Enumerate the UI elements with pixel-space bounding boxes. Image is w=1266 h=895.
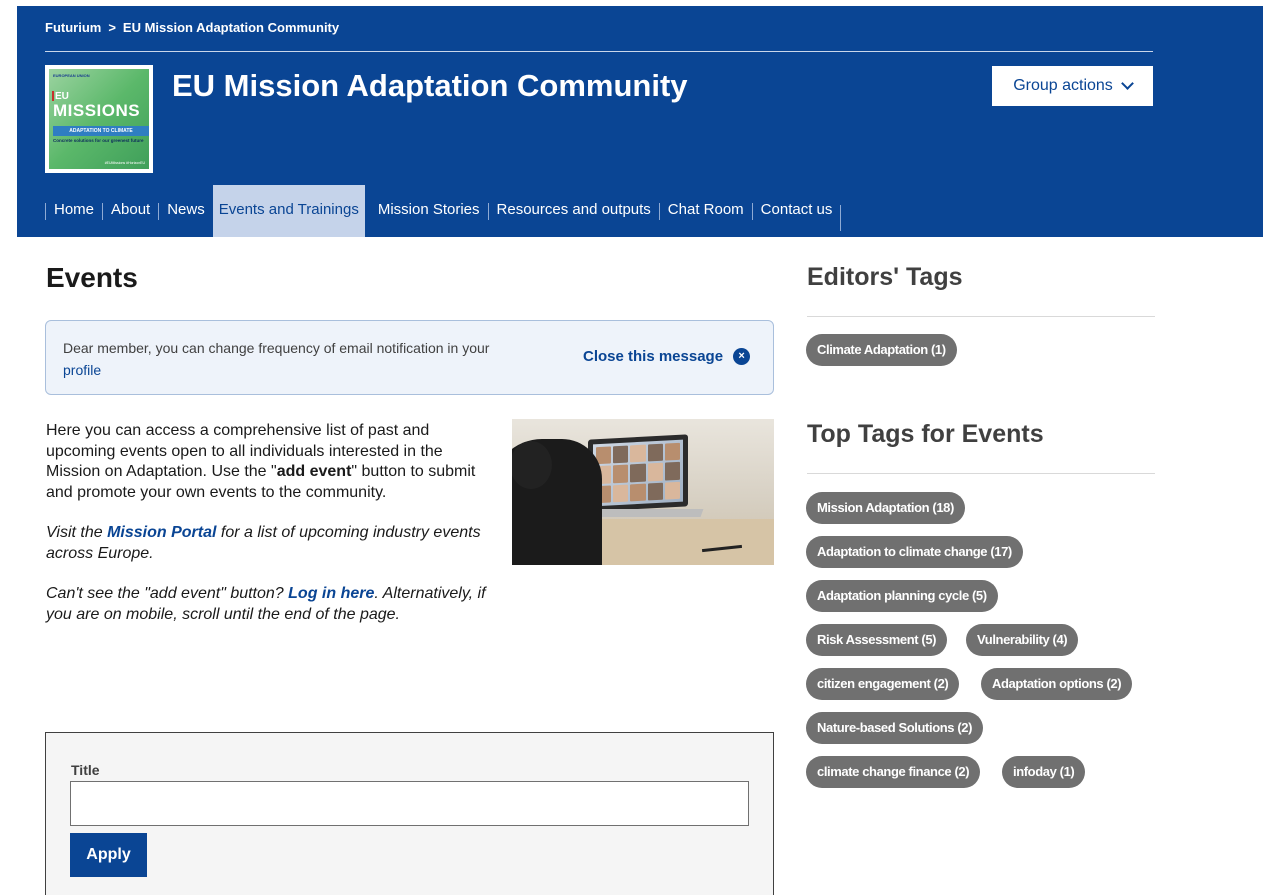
breadcrumb-futurium[interactable]: Futurium [45, 20, 101, 35]
laptop-shape [588, 434, 688, 512]
nav-item-mission-stories[interactable]: Mission Stories [365, 200, 488, 220]
header-divider [45, 51, 1153, 52]
logo-adaptation-text: ADAPTATION TO CLIMATE [53, 126, 149, 136]
group-actions-label: Group actions [1013, 77, 1113, 94]
login-text-part: Can't see the "add event" button? [46, 585, 289, 602]
mission-portal-link[interactable]: Mission Portal [107, 524, 216, 541]
tag-risk-assessment[interactable]: Risk Assessment (5) [806, 624, 948, 656]
site-title: EU Mission Adaptation Community [172, 68, 688, 103]
nav-item-contact-us[interactable]: Contact us [751, 200, 841, 220]
tag-climate-change-finance[interactable]: climate change finance (2) [806, 756, 981, 788]
nav-item-chat-room[interactable]: Chat Room [658, 200, 752, 220]
tag-infoday[interactable]: infoday (1) [1002, 756, 1086, 788]
login-paragraph: Can't see the "add event" button? Log in… [46, 584, 496, 625]
add-event-emphasis: add event [276, 463, 352, 480]
nav-label: Events and Trainings [218, 200, 359, 218]
intro-text: Here you can access a comprehensive list… [46, 421, 496, 625]
editors-tags-heading: Editors' Tags [807, 263, 963, 291]
page-title: Events [46, 262, 138, 293]
nav-item-about[interactable]: About [102, 200, 158, 220]
tag-adaptation-to-climate-change[interactable]: Adaptation to climate change (17) [806, 536, 1023, 568]
video-conference-image [512, 419, 774, 565]
close-icon: × [733, 348, 751, 365]
tag-nature-based-solutions[interactable]: Nature-based Solutions (2) [806, 712, 984, 744]
title-filter-input[interactable] [70, 781, 749, 826]
title-filter-label: Title [71, 762, 100, 778]
person-silhouette [512, 439, 602, 565]
nav-label: Chat Room [667, 200, 744, 218]
breadcrumb-separator: > [108, 20, 116, 35]
nav-label: Home [54, 200, 95, 218]
close-message-button[interactable]: Close this message × [583, 348, 751, 365]
log-in-link[interactable]: Log in here [288, 585, 374, 602]
notification-message: Dear member, you can change frequency of… [45, 320, 774, 395]
sidebar-divider [807, 316, 1155, 317]
group-actions-button[interactable]: Group actions [992, 66, 1153, 106]
tag-adaptation-options[interactable]: Adaptation options (2) [981, 668, 1133, 700]
tag-mission-adaptation[interactable]: Mission Adaptation (18) [806, 492, 965, 524]
nav-item-home[interactable]: Home [45, 200, 102, 220]
sidebar-divider [807, 473, 1155, 474]
portal-paragraph: Visit the Mission Portal for a list of u… [46, 523, 496, 564]
intro-paragraph: Here you can access a comprehensive list… [46, 421, 496, 503]
nav-label: Mission Stories [377, 200, 480, 218]
nav-item-resources-and-outputs[interactable]: Resources and outputs [487, 200, 659, 220]
breadcrumb-current[interactable]: EU Mission Adaptation Community [123, 20, 339, 35]
events-filter: Title Apply [45, 732, 774, 895]
top-tags-heading: Top Tags for Events [807, 420, 1044, 448]
apply-button[interactable]: Apply [70, 833, 147, 877]
logo-strip-text: EUROPEAN UNION [53, 73, 90, 78]
logo-tagline-text: Concrete solutions for our greenest futu… [53, 138, 144, 143]
logo-missions-text: MISSIONS [53, 101, 141, 120]
chevron-down-icon [1120, 77, 1134, 90]
message-body: Dear member, you can change frequency of… [63, 340, 490, 356]
tag-citizen-engagement[interactable]: citizen engagement (2) [806, 668, 960, 700]
site-header: Futurium > EU Mission Adaptation Communi… [17, 6, 1263, 237]
nav-label: About [111, 200, 151, 218]
nav-item-news[interactable]: News [158, 200, 213, 220]
profile-link[interactable]: profile [63, 362, 101, 378]
nav-label: Contact us [760, 200, 833, 218]
message-text: Dear member, you can change frequency of… [63, 337, 563, 381]
close-message-label: Close this message [583, 348, 724, 365]
tag-vulnerability[interactable]: Vulnerability (4) [966, 624, 1079, 656]
breadcrumb: Futurium > EU Mission Adaptation Communi… [45, 20, 339, 35]
thermometer-icon [52, 91, 54, 101]
group-logo[interactable]: EUROPEAN UNION EU MISSIONS ADAPTATION TO… [45, 65, 153, 173]
portal-text-part: Visit the [46, 524, 108, 541]
nav-label: News [167, 200, 205, 218]
nav-label: Resources and outputs [496, 200, 651, 218]
tag-climate-adaptation[interactable]: Climate Adaptation (1) [806, 334, 957, 366]
main-nav: Home About News Events and Trainings Mis… [45, 185, 842, 237]
tag-adaptation-planning-cycle[interactable]: Adaptation planning cycle (5) [806, 580, 998, 612]
nav-divider [840, 204, 842, 231]
logo-hashtags-text: #EUMissions #HorizonEU [104, 161, 145, 165]
logo-image: EUROPEAN UNION EU MISSIONS ADAPTATION TO… [49, 69, 149, 169]
nav-item-events-and-trainings[interactable]: Events and Trainings [212, 185, 365, 237]
